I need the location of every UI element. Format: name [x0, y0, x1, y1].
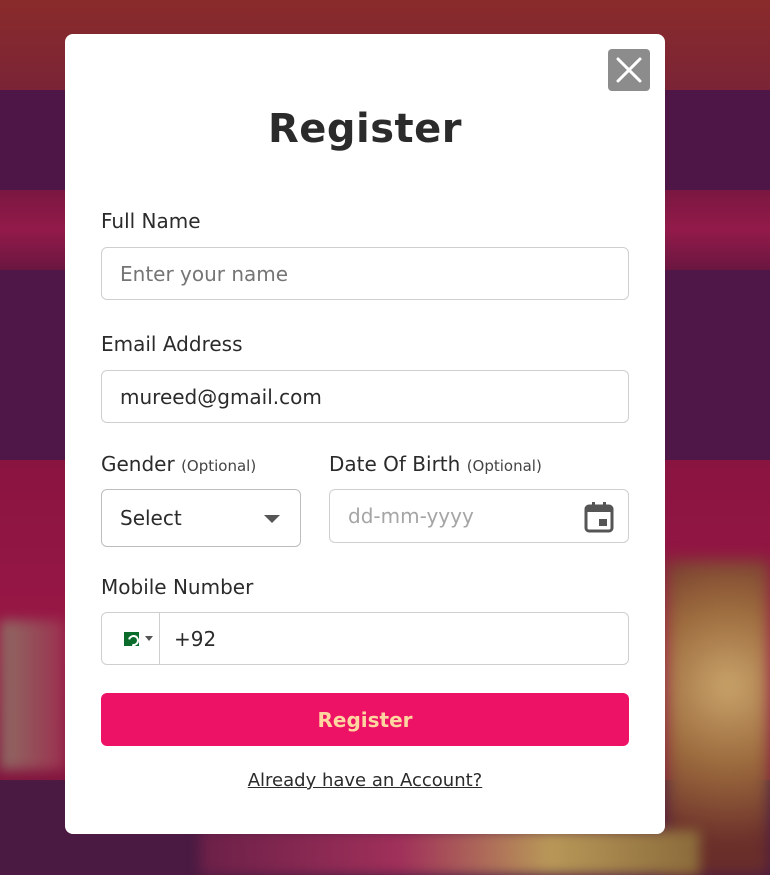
dob-placeholder: dd-mm-yyyy	[348, 504, 474, 528]
close-icon	[616, 57, 642, 83]
dob-input[interactable]: dd-mm-yyyy	[329, 489, 629, 543]
mobile-number-input[interactable]: +92	[174, 613, 216, 664]
close-button[interactable]	[608, 49, 650, 91]
full-name-input[interactable]	[101, 247, 629, 300]
gender-label: Gender (Optional)	[101, 452, 256, 476]
register-modal: Register Full Name Email Address mureed@…	[65, 34, 665, 834]
calendar-icon[interactable]	[584, 501, 614, 533]
dob-optional-text: (Optional)	[466, 457, 542, 475]
full-name-label: Full Name	[101, 209, 201, 233]
pakistan-flag-icon	[119, 631, 139, 646]
gender-optional-text: (Optional)	[181, 457, 257, 475]
dob-label-text: Date Of Birth	[329, 452, 461, 476]
gender-selected-value: Select	[120, 506, 182, 530]
mobile-label: Mobile Number	[101, 575, 254, 599]
modal-title: Register	[267, 106, 463, 152]
email-input[interactable]: mureed@gmail.com	[101, 370, 629, 423]
email-label: Email Address	[101, 332, 243, 356]
register-button[interactable]: Register	[101, 693, 629, 746]
chevron-down-icon	[264, 515, 280, 523]
login-link[interactable]: Already have an Account?	[65, 770, 665, 791]
country-code-select[interactable]	[102, 613, 160, 664]
gender-select[interactable]: Select	[101, 489, 301, 547]
gender-label-text: Gender	[101, 452, 175, 476]
chevron-down-icon	[145, 636, 153, 641]
mobile-input-group: +92	[101, 612, 629, 665]
dob-label: Date Of Birth (Optional)	[329, 452, 542, 476]
